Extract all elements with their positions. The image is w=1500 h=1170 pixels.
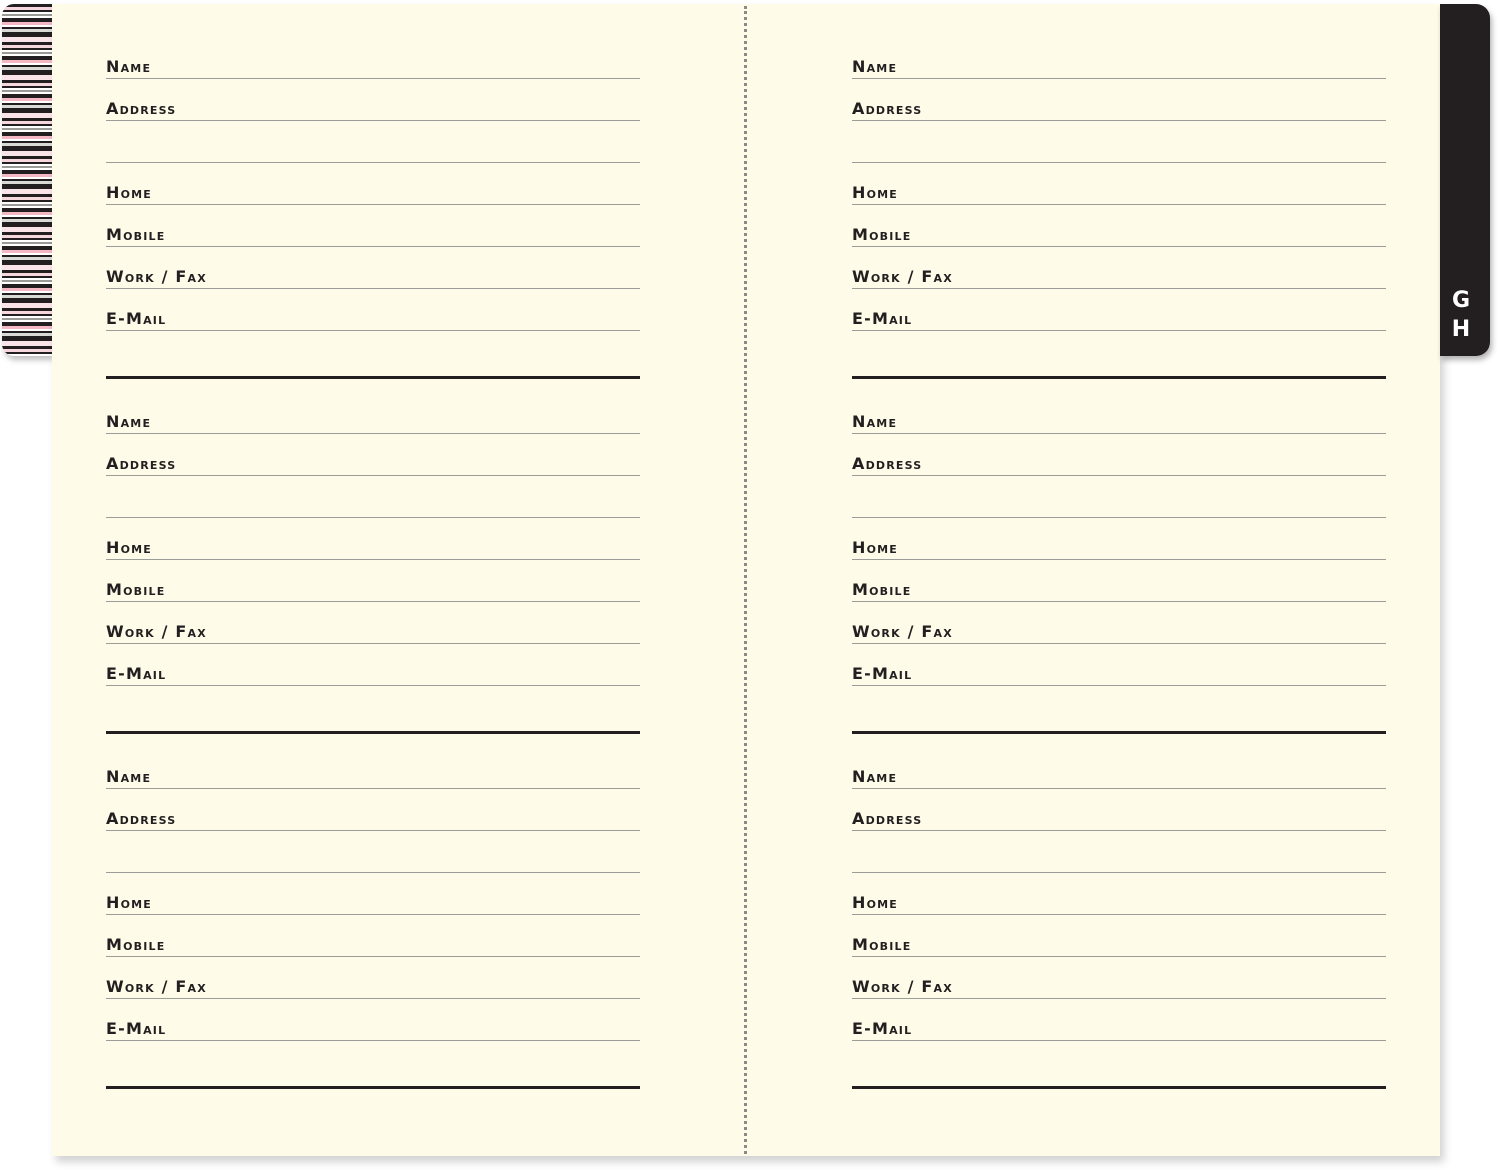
mobile-line[interactable]: Mobile bbox=[852, 225, 1386, 247]
address-entry: Name Address Home Mobile Work / Fax E-Mail bbox=[106, 359, 640, 734]
work-fax-label: Work / Fax bbox=[852, 622, 953, 641]
work-fax-line[interactable]: Work / Fax bbox=[106, 622, 640, 644]
home-line[interactable]: Home bbox=[852, 893, 1386, 915]
name-label: Name bbox=[852, 767, 898, 786]
home-label: Home bbox=[106, 893, 153, 912]
address-line[interactable]: Address bbox=[852, 454, 1386, 476]
email-line[interactable]: E-Mail bbox=[106, 664, 640, 686]
work-fax-label: Work / Fax bbox=[852, 267, 953, 286]
index-tab-gh[interactable]: G H bbox=[1440, 4, 1490, 356]
email-line[interactable]: E-Mail bbox=[852, 1019, 1386, 1041]
address-line[interactable]: Address bbox=[106, 99, 640, 121]
email-label: E-Mail bbox=[852, 664, 913, 683]
email-label: E-Mail bbox=[852, 1019, 913, 1038]
name-line[interactable]: Name bbox=[852, 57, 1386, 79]
address-line[interactable]: Address bbox=[852, 809, 1386, 831]
name-label: Name bbox=[106, 57, 152, 76]
address-label: Address bbox=[852, 454, 923, 473]
name-label: Name bbox=[106, 767, 152, 786]
email-label: E-Mail bbox=[106, 1019, 167, 1038]
name-line[interactable]: Name bbox=[852, 767, 1386, 789]
address-line-2-line[interactable] bbox=[852, 872, 1386, 873]
email-label: E-Mail bbox=[106, 309, 167, 328]
tab-letter-h: H bbox=[1451, 317, 1471, 342]
striped-spine-edge bbox=[2, 4, 52, 356]
work-fax-line[interactable]: Work / Fax bbox=[106, 267, 640, 289]
email-line[interactable]: E-Mail bbox=[852, 309, 1386, 331]
address-line[interactable]: Address bbox=[852, 99, 1386, 121]
address-label: Address bbox=[852, 99, 923, 118]
mobile-label: Mobile bbox=[852, 580, 912, 599]
center-gutter bbox=[744, 6, 747, 1154]
mobile-line[interactable]: Mobile bbox=[852, 580, 1386, 602]
email-line[interactable]: E-Mail bbox=[106, 309, 640, 331]
home-line[interactable]: Home bbox=[852, 538, 1386, 560]
mobile-line[interactable]: Mobile bbox=[106, 580, 640, 602]
address-entry: Name Address Home Mobile Work / Fax E-Mail bbox=[106, 4, 640, 379]
right-page: Name Address Home Mobile Work / Fax E-Mail Nam… bbox=[852, 4, 1386, 1156]
name-label: Name bbox=[106, 412, 152, 431]
address-entry: Name Address Home Mobile Work / Fax E-Mail bbox=[852, 4, 1386, 379]
work-fax-line[interactable]: Work / Fax bbox=[852, 977, 1386, 999]
mobile-line[interactable]: Mobile bbox=[106, 225, 640, 247]
address-entry: Name Address Home Mobile Work / Fax E-Mail bbox=[852, 714, 1386, 1089]
address-line[interactable]: Address bbox=[106, 454, 640, 476]
home-line[interactable]: Home bbox=[106, 893, 640, 915]
home-label: Home bbox=[852, 183, 899, 202]
address-line[interactable]: Address bbox=[106, 809, 640, 831]
work-fax-label: Work / Fax bbox=[106, 267, 207, 286]
address-label: Address bbox=[852, 809, 923, 828]
entry-divider bbox=[106, 1086, 640, 1089]
home-label: Home bbox=[852, 538, 899, 557]
address-label: Address bbox=[106, 99, 177, 118]
address-entry: Name Address Home Mobile Work / Fax E-Mail bbox=[106, 714, 640, 1089]
email-label: E-Mail bbox=[106, 664, 167, 683]
work-fax-line[interactable]: Work / Fax bbox=[852, 267, 1386, 289]
email-label: E-Mail bbox=[852, 309, 913, 328]
work-fax-label: Work / Fax bbox=[852, 977, 953, 996]
address-book-spread: Name Address Home Mobile Work / Fax E-Mail Nam… bbox=[52, 4, 1440, 1156]
home-line[interactable]: Home bbox=[852, 183, 1386, 205]
email-line[interactable]: E-Mail bbox=[106, 1019, 640, 1041]
work-fax-label: Work / Fax bbox=[106, 622, 207, 641]
home-label: Home bbox=[106, 538, 153, 557]
address-label: Address bbox=[106, 454, 177, 473]
left-page: Name Address Home Mobile Work / Fax E-Mail Nam… bbox=[106, 4, 640, 1156]
work-fax-line[interactable]: Work / Fax bbox=[106, 977, 640, 999]
name-line[interactable]: Name bbox=[106, 412, 640, 434]
entry-divider bbox=[852, 1086, 1386, 1089]
name-label: Name bbox=[852, 412, 898, 431]
mobile-label: Mobile bbox=[106, 580, 166, 599]
name-label: Name bbox=[852, 57, 898, 76]
work-fax-label: Work / Fax bbox=[106, 977, 207, 996]
name-line[interactable]: Name bbox=[106, 767, 640, 789]
name-line[interactable]: Name bbox=[852, 412, 1386, 434]
address-line-2-line[interactable] bbox=[852, 162, 1386, 163]
name-line[interactable]: Name bbox=[106, 57, 640, 79]
mobile-label: Mobile bbox=[852, 935, 912, 954]
address-line-2-line[interactable] bbox=[106, 517, 640, 518]
home-line[interactable]: Home bbox=[106, 538, 640, 560]
index-tab-letters: G H bbox=[1440, 286, 1482, 344]
address-entry: Name Address Home Mobile Work / Fax E-Mail bbox=[852, 359, 1386, 734]
home-line[interactable]: Home bbox=[106, 183, 640, 205]
mobile-label: Mobile bbox=[106, 935, 166, 954]
address-line-2-line[interactable] bbox=[852, 517, 1386, 518]
address-line-2-line[interactable] bbox=[106, 162, 640, 163]
mobile-label: Mobile bbox=[106, 225, 166, 244]
mobile-label: Mobile bbox=[852, 225, 912, 244]
mobile-line[interactable]: Mobile bbox=[106, 935, 640, 957]
work-fax-line[interactable]: Work / Fax bbox=[852, 622, 1386, 644]
tab-letter-g: G bbox=[1451, 288, 1471, 313]
mobile-line[interactable]: Mobile bbox=[852, 935, 1386, 957]
home-label: Home bbox=[852, 893, 899, 912]
home-label: Home bbox=[106, 183, 153, 202]
address-line-2-line[interactable] bbox=[106, 872, 640, 873]
email-line[interactable]: E-Mail bbox=[852, 664, 1386, 686]
address-label: Address bbox=[106, 809, 177, 828]
